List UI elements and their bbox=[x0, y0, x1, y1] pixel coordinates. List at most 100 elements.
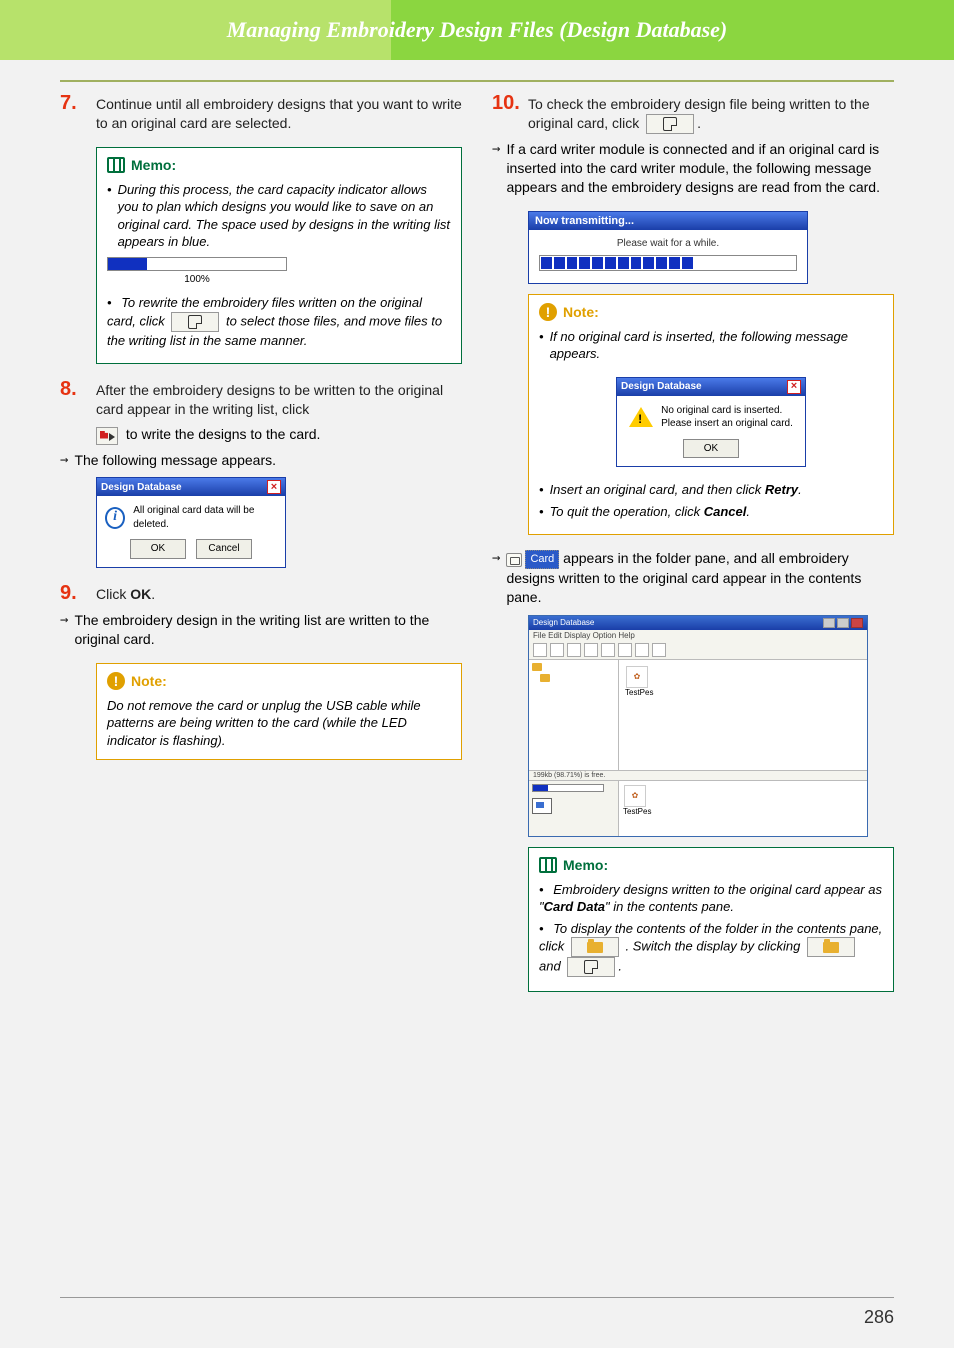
card-line-a: appears in the folder pane, and all embr… bbox=[506, 550, 861, 605]
capacity-fill bbox=[108, 258, 147, 270]
arrow-icon: → bbox=[60, 611, 68, 630]
page-title: Managing Embroidery Design Files (Design… bbox=[227, 17, 728, 43]
app-toolbar[interactable] bbox=[529, 641, 867, 660]
card-panel bbox=[529, 781, 619, 836]
note-icon: ! bbox=[107, 672, 125, 690]
dialog1-msg: All original card data will be deleted. bbox=[133, 504, 277, 531]
step-7: 7. Continue until all embroidery designs… bbox=[60, 92, 462, 133]
dialog1-title: Design Database bbox=[101, 481, 182, 495]
step-8-line2: to write the designs to the card. bbox=[126, 426, 321, 442]
card-badge: Card bbox=[506, 550, 559, 569]
note2-bullet3a: To quit the operation, click bbox=[550, 504, 704, 519]
dialog2-line2: Please insert an original card. bbox=[661, 418, 793, 429]
left-column: 7. Continue until all embroidery designs… bbox=[60, 92, 462, 1006]
memo2-b2d: . bbox=[618, 959, 622, 974]
folder-icon bbox=[587, 942, 603, 953]
step-10-line2: If a card writer module is connected and… bbox=[506, 140, 894, 197]
card-button-inline[interactable] bbox=[171, 312, 219, 332]
note2-bullet3b: Cancel bbox=[704, 504, 747, 519]
capacity-label: 100% bbox=[107, 273, 287, 287]
app-title: Design Database bbox=[533, 618, 594, 627]
step-8: 8. After the embroidery designs to be wr… bbox=[60, 378, 462, 567]
step-10-number: 10. bbox=[492, 92, 528, 115]
card-button-inline[interactable] bbox=[567, 957, 615, 977]
card-icon bbox=[584, 960, 598, 974]
dialog1-ok-button[interactable]: OK bbox=[130, 539, 186, 559]
folder-icon bbox=[532, 663, 542, 671]
thumb1-label: TestPes bbox=[625, 688, 649, 697]
note2-bullet2b: Retry bbox=[765, 482, 798, 497]
bottom-rule bbox=[60, 1297, 894, 1298]
card-button-inline[interactable] bbox=[646, 114, 694, 134]
memo2-b1b: Card Data bbox=[544, 899, 605, 914]
info-icon: i bbox=[105, 507, 125, 529]
write-to-card-icon[interactable] bbox=[96, 427, 118, 445]
dialog-delete-warning: Design Database × i All original card da… bbox=[96, 477, 286, 568]
dialog2-title: Design Database bbox=[621, 380, 702, 394]
step-7-number: 7. bbox=[60, 92, 96, 115]
memo-box-2: Memo: • Embroidery designs written to th… bbox=[528, 847, 894, 993]
card-icon bbox=[663, 117, 677, 131]
note1-title: Note: bbox=[131, 672, 167, 691]
app-screenshot: Design Database File Edit Display Option… bbox=[528, 615, 868, 837]
note2-bullet1: If no original card is inserted, the fol… bbox=[550, 328, 883, 363]
memo2-title: Memo: bbox=[563, 856, 608, 875]
contents-pane[interactable]: ✿ TestPes bbox=[619, 660, 867, 770]
memo-icon bbox=[539, 857, 557, 873]
header-bar: Managing Embroidery Design Files (Design… bbox=[0, 0, 954, 60]
step-9-text-a: Click bbox=[96, 586, 130, 602]
memo-title: Memo: bbox=[131, 156, 176, 175]
status-free: 199kb (98.71%) is free. bbox=[533, 772, 605, 779]
transmitting-msg: Please wait for a while. bbox=[539, 238, 797, 249]
page-number: 286 bbox=[864, 1307, 894, 1328]
close-icon[interactable]: × bbox=[787, 380, 801, 394]
card-badge-icon bbox=[506, 553, 522, 567]
arrow-icon: → bbox=[60, 451, 68, 470]
capacity-indicator bbox=[107, 257, 287, 271]
memo-box-1: Memo: • During this process, the card ca… bbox=[96, 147, 462, 365]
dialog1-cancel-button[interactable]: Cancel bbox=[196, 539, 252, 559]
arrow-icon: → bbox=[492, 549, 500, 568]
card-icon bbox=[532, 798, 552, 814]
card-icon bbox=[188, 315, 202, 329]
transmitting-dialog: Now transmitting... Please wait for a wh… bbox=[528, 211, 808, 284]
folder-button[interactable] bbox=[571, 937, 619, 957]
memo2-b2b: . Switch the display by clicking bbox=[626, 939, 801, 954]
dialog2-ok-button[interactable]: OK bbox=[683, 439, 739, 459]
note-box-1: ! Note: Do not remove the card or unplug… bbox=[96, 663, 462, 761]
memo1-bullet1: During this process, the card capacity i… bbox=[118, 181, 451, 251]
arrow-icon: → bbox=[492, 140, 500, 159]
dialog-no-card: Design Database × No original card is in… bbox=[616, 377, 806, 468]
step-8-line3: The following message appears. bbox=[74, 451, 276, 470]
window-controls[interactable] bbox=[823, 618, 863, 628]
card-badge-text: Card bbox=[525, 550, 559, 569]
transmitting-progress bbox=[539, 255, 797, 271]
design-thumb-icon: ✿ bbox=[626, 666, 648, 688]
note2-title: Note: bbox=[563, 303, 599, 322]
right-column: 10. To check the embroidery design file … bbox=[492, 92, 894, 1006]
folder-icon bbox=[540, 674, 550, 682]
app-menu[interactable]: File Edit Display Option Help bbox=[529, 630, 867, 641]
memo2-b2c: and bbox=[539, 959, 561, 974]
memo-icon bbox=[107, 157, 125, 173]
note-icon: ! bbox=[539, 303, 557, 321]
step-9: 9. Click OK. → The embroidery design in … bbox=[60, 582, 462, 649]
close-icon[interactable]: × bbox=[267, 480, 281, 494]
thumb2-label: TestPes bbox=[623, 807, 647, 816]
top-rule bbox=[60, 80, 894, 82]
writing-list[interactable]: ✿ TestPes bbox=[619, 781, 867, 836]
note2-bullet2c: . bbox=[798, 482, 802, 497]
step-7-text: Continue until all embroidery designs th… bbox=[96, 95, 462, 133]
note1-text: Do not remove the card or unplug the USB… bbox=[107, 697, 451, 750]
step-9-number: 9. bbox=[60, 582, 96, 605]
note2-bullet2a: Insert an original card, and then click bbox=[550, 482, 765, 497]
design-thumb-icon: ✿ bbox=[624, 785, 646, 807]
step-8-number: 8. bbox=[60, 378, 96, 401]
folder-icon bbox=[823, 942, 839, 953]
folder-button[interactable] bbox=[807, 937, 855, 957]
folder-pane[interactable] bbox=[529, 660, 619, 770]
dialog2-line1: No original card is inserted. bbox=[661, 405, 782, 416]
step-10-text-b: . bbox=[697, 115, 701, 131]
step-10: 10. To check the embroidery design file … bbox=[492, 92, 894, 197]
note-box-2: ! Note: • If no original card is inserte… bbox=[528, 294, 894, 536]
